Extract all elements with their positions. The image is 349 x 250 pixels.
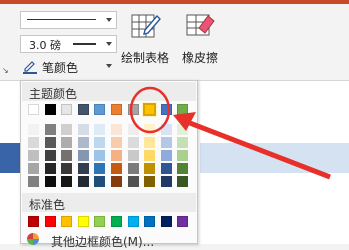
theme-shade-swatch[interactable]	[111, 163, 122, 174]
theme-shade-swatch[interactable]	[111, 150, 122, 161]
standard-colors-title: 标准色	[29, 198, 66, 212]
theme-color-swatch[interactable]	[143, 103, 157, 116]
draw-table-button[interactable]: 绘制表格	[118, 10, 172, 66]
pen-color-menu: 主题颜色 标准色 其他边框颜色(M)...	[20, 80, 198, 249]
theme-color-swatch[interactable]	[94, 104, 106, 115]
pen-color-icon	[23, 61, 37, 74]
theme-shade-swatch[interactable]	[61, 163, 73, 174]
line-weight-preview	[73, 43, 96, 45]
eraser-label: 橡皮擦	[181, 51, 218, 65]
standard-color-swatch[interactable]	[144, 216, 156, 227]
theme-color-swatch[interactable]	[77, 104, 89, 115]
theme-shade-swatch[interactable]	[160, 176, 172, 187]
theme-shade-swatch[interactable]	[144, 150, 156, 161]
standard-color-swatch[interactable]	[28, 216, 39, 227]
standard-color-swatch[interactable]	[94, 216, 106, 227]
dialog-launcher-icon[interactable]: ↘	[2, 66, 9, 75]
theme-shade-swatch[interactable]	[144, 176, 156, 187]
theme-shade-swatch[interactable]	[144, 124, 156, 135]
theme-shade-swatch[interactable]	[94, 137, 106, 148]
theme-shade-swatch[interactable]	[77, 124, 89, 135]
theme-shade-swatch[interactable]	[61, 137, 73, 148]
theme-shade-swatch[interactable]	[28, 163, 39, 174]
color-wheel-icon	[27, 233, 39, 245]
doc-bar-left	[0, 143, 20, 173]
theme-shade-swatch[interactable]	[177, 176, 189, 187]
theme-shade-swatch[interactable]	[144, 137, 156, 148]
theme-colors-header: 主题颜色	[22, 82, 196, 101]
theme-shade-swatch[interactable]	[94, 150, 106, 161]
theme-shade-swatch[interactable]	[61, 150, 73, 161]
theme-shade-swatch[interactable]	[28, 176, 39, 187]
more-colors-label: 其他边框颜色(M)...	[51, 235, 155, 249]
theme-color-swatch[interactable]	[177, 104, 189, 115]
theme-shade-swatch[interactable]	[94, 163, 106, 174]
theme-shade-swatch[interactable]	[177, 150, 189, 161]
theme-color-swatch[interactable]	[127, 104, 139, 115]
line-weight-value: 3.0 磅	[29, 39, 61, 52]
standard-color-swatch[interactable]	[77, 216, 89, 227]
standard-color-swatch[interactable]	[127, 216, 139, 227]
theme-shade-swatch[interactable]	[127, 124, 139, 135]
standard-color-swatch[interactable]	[111, 216, 122, 227]
theme-shade-swatch[interactable]	[28, 124, 39, 135]
line-weight-dropdown[interactable]: 3.0 磅	[20, 35, 117, 53]
theme-shade-swatch[interactable]	[127, 137, 139, 148]
standard-colors-header: 标准色	[22, 193, 196, 212]
doc-bar-right	[200, 143, 349, 173]
eraser-button[interactable]: 橡皮擦	[174, 10, 226, 66]
theme-shade-swatch[interactable]	[44, 176, 56, 187]
eraser-icon	[186, 14, 215, 36]
theme-shade-swatch[interactable]	[44, 150, 56, 161]
theme-shade-swatch[interactable]	[94, 176, 106, 187]
theme-color-swatch[interactable]	[28, 104, 39, 115]
draw-table-label: 绘制表格	[120, 51, 169, 65]
theme-shade-swatch[interactable]	[160, 124, 172, 135]
standard-color-swatch[interactable]	[61, 216, 73, 227]
chevron-down-icon[interactable]	[102, 12, 116, 28]
theme-shade-swatch[interactable]	[77, 163, 89, 174]
theme-shade-swatch[interactable]	[177, 163, 189, 174]
standard-color-swatch[interactable]	[177, 216, 189, 227]
theme-shade-swatch[interactable]	[127, 163, 139, 174]
theme-shade-swatch[interactable]	[111, 137, 122, 148]
theme-shade-swatch[interactable]	[77, 137, 89, 148]
chevron-down-icon[interactable]	[102, 36, 116, 52]
line-style-dropdown[interactable]	[20, 11, 117, 29]
theme-shade-swatch[interactable]	[144, 163, 156, 174]
pen-color-label: 笔颜色	[42, 61, 79, 75]
theme-shade-swatch[interactable]	[44, 137, 56, 148]
theme-shade-swatch[interactable]	[61, 176, 73, 187]
line-style-preview	[27, 19, 96, 20]
pen-color-button[interactable]: 笔颜色	[18, 56, 112, 76]
theme-color-swatch[interactable]	[111, 104, 122, 115]
theme-shade-swatch[interactable]	[44, 124, 56, 135]
draw-table-icon	[131, 14, 161, 38]
chevron-down-icon	[106, 64, 112, 68]
theme-color-swatch[interactable]	[160, 104, 172, 115]
theme-shade-swatch[interactable]	[160, 137, 172, 148]
theme-shade-swatch[interactable]	[111, 176, 122, 187]
theme-shade-swatch[interactable]	[127, 176, 139, 187]
theme-color-swatch[interactable]	[61, 104, 73, 115]
standard-color-swatch[interactable]	[44, 216, 56, 227]
theme-shade-swatch[interactable]	[61, 124, 73, 135]
theme-color-swatch[interactable]	[44, 104, 56, 115]
theme-shade-swatch[interactable]	[127, 150, 139, 161]
theme-shade-swatch[interactable]	[28, 137, 39, 148]
theme-shade-swatch[interactable]	[44, 163, 56, 174]
theme-shade-swatch[interactable]	[177, 137, 189, 148]
theme-shade-swatch[interactable]	[177, 124, 189, 135]
theme-shade-swatch[interactable]	[28, 150, 39, 161]
theme-shade-swatch[interactable]	[77, 176, 89, 187]
theme-shade-swatch[interactable]	[94, 124, 106, 135]
theme-shade-swatch[interactable]	[77, 150, 89, 161]
theme-shade-swatch[interactable]	[111, 124, 122, 135]
standard-color-swatch[interactable]	[160, 216, 172, 227]
theme-colors-title: 主题颜色	[29, 87, 78, 101]
theme-shade-swatch[interactable]	[160, 163, 172, 174]
theme-shade-swatch[interactable]	[160, 150, 172, 161]
